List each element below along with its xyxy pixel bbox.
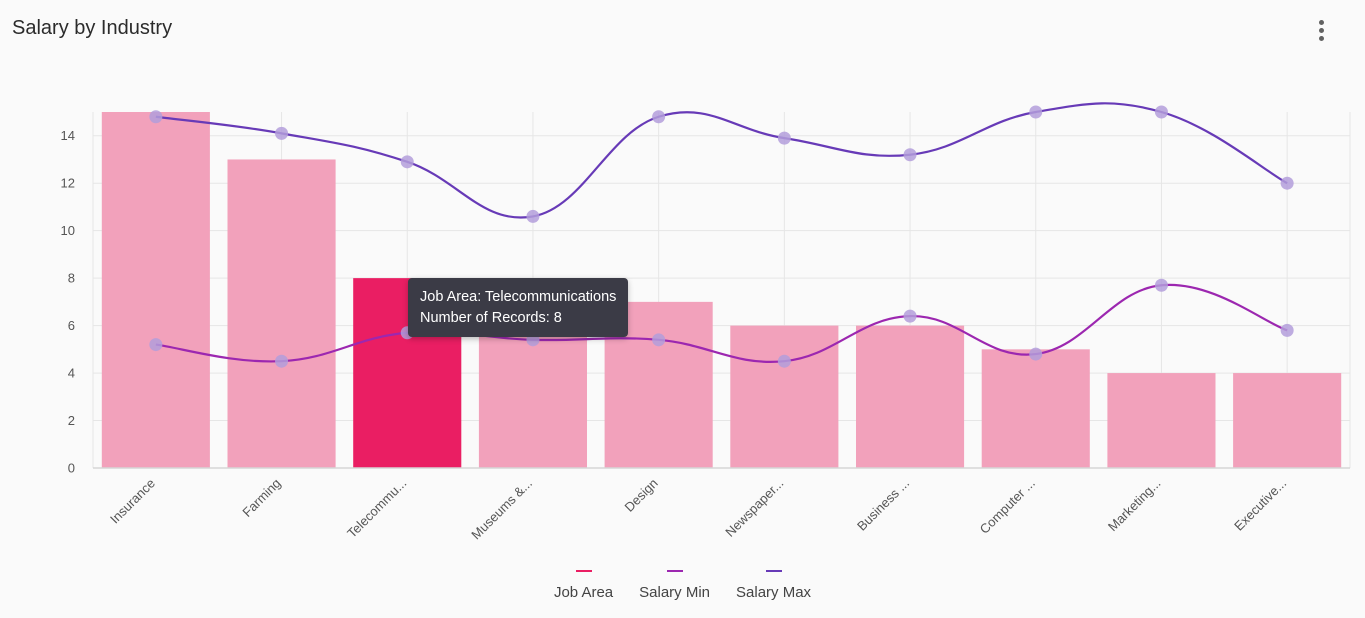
chart-card: Salary by Industry 0 2 4 6 8 10 12 14 Insurance… xyxy=(0,0,1365,618)
x-tick-label: Business ... xyxy=(854,476,912,534)
legend-swatch-salary-min xyxy=(666,570,683,572)
bar-9[interactable] xyxy=(1107,373,1216,468)
point-salary-min-2[interactable] xyxy=(275,354,289,368)
y-tick-label: 4 xyxy=(68,366,75,381)
legend-swatch-job-area xyxy=(575,570,592,572)
y-tick-label: 8 xyxy=(68,271,75,286)
chart-tooltip: Job Area: Telecommunications Number of R… xyxy=(408,278,629,337)
y-axis: 0 2 4 6 8 10 12 14 xyxy=(61,128,75,475)
x-tick-label: Computer ... xyxy=(977,476,1038,537)
bar-4[interactable] xyxy=(478,325,588,468)
x-tick-label: Marketing... xyxy=(1105,476,1164,535)
y-tick-label: 0 xyxy=(68,461,75,476)
point-salary-max-7[interactable] xyxy=(903,148,917,162)
x-tick-label: Executive... xyxy=(1231,476,1289,534)
bar-2[interactable] xyxy=(227,159,336,468)
point-salary-max-2[interactable] xyxy=(275,126,289,140)
point-salary-max-1[interactable] xyxy=(149,110,163,124)
chart-plot: 0 2 4 6 8 10 12 14 Insurance Farming Telecommu...… xyxy=(61,102,1351,543)
legend-label-job-area: Job Area xyxy=(553,584,614,601)
y-tick-label: 2 xyxy=(68,413,75,428)
bar-1[interactable] xyxy=(101,112,210,468)
point-salary-min-10[interactable] xyxy=(1280,323,1294,337)
point-salary-max-9[interactable] xyxy=(1154,105,1168,119)
chart-legend: Job Area Salary Min Salary Max xyxy=(0,570,1365,601)
x-tick-label: Telecommu... xyxy=(344,476,409,541)
y-tick-label: 10 xyxy=(61,223,75,238)
point-salary-min-8[interactable] xyxy=(1029,347,1043,361)
legend-item-salary-max[interactable]: Salary Max xyxy=(736,570,811,601)
bar-10[interactable] xyxy=(1233,373,1342,468)
x-axis: Insurance Farming Telecommu... Museums &...… xyxy=(93,467,1350,543)
y-tick-label: 14 xyxy=(61,128,75,143)
bar-series xyxy=(101,112,1342,468)
point-salary-min-1[interactable] xyxy=(149,338,163,352)
point-salary-max-6[interactable] xyxy=(777,131,791,145)
legend-label-salary-max: Salary Max xyxy=(736,584,812,601)
legend-label-salary-min: Salary Min xyxy=(639,584,711,601)
x-tick-label: Insurance xyxy=(107,476,158,527)
x-tick-label: Design xyxy=(622,476,661,515)
point-salary-min-5[interactable] xyxy=(652,333,666,347)
tooltip-record-count: Number of Records: 8 xyxy=(420,310,562,326)
bar-8[interactable] xyxy=(981,349,1090,468)
point-salary-min-9[interactable] xyxy=(1154,278,1168,292)
legend-item-salary-min[interactable]: Salary Min xyxy=(639,570,710,601)
point-salary-min-7[interactable] xyxy=(903,309,917,323)
point-salary-max-3[interactable] xyxy=(400,155,414,169)
legend-swatch-salary-max xyxy=(765,570,782,572)
y-tick-label: 12 xyxy=(61,176,75,191)
point-salary-max-8[interactable] xyxy=(1029,105,1043,119)
bar-7[interactable] xyxy=(855,325,965,468)
point-salary-max-10[interactable] xyxy=(1280,176,1294,190)
tooltip-job-area: Job Area: Telecommunications xyxy=(420,289,617,305)
legend-item-job-area[interactable]: Job Area xyxy=(554,570,613,601)
point-salary-max-4[interactable] xyxy=(526,209,540,223)
bar-6[interactable] xyxy=(730,325,839,468)
x-tick-label: Farming xyxy=(239,476,283,520)
point-salary-max-5[interactable] xyxy=(652,110,666,124)
x-tick-label: Museums &... xyxy=(468,476,535,543)
x-tick-label: Newspaper... xyxy=(722,476,786,540)
point-salary-min-6[interactable] xyxy=(777,354,791,368)
y-tick-label: 6 xyxy=(68,318,75,333)
